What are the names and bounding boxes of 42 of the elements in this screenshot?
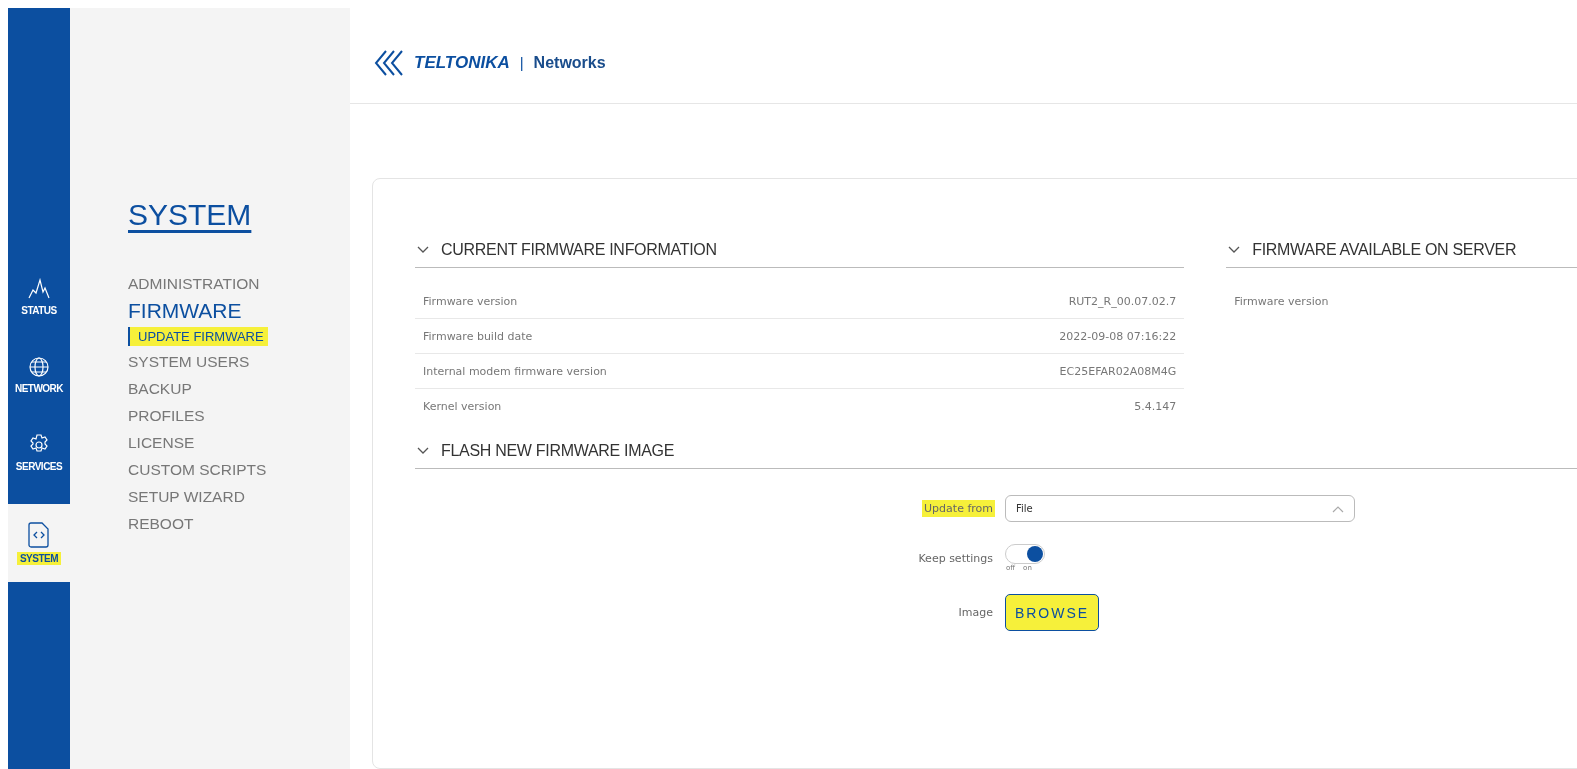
info-value: RUT2_R_00.07.02.7 [1068, 294, 1177, 308]
sidebar-item[interactable]: FIRMWARE [128, 297, 242, 325]
info-value: EC25EFAR02A08M4G [1059, 364, 1177, 378]
product-name: Networks [533, 53, 606, 72]
field-label: Update from [922, 500, 995, 517]
sidebar-item[interactable]: REBOOT [128, 510, 194, 537]
section-title: CURRENT FIRMWARE INFORMATION [441, 241, 717, 259]
info-value: 2022-09-08 07:16:22 [1059, 329, 1177, 343]
info-label: Kernel version [423, 400, 502, 413]
sidebar-item[interactable]: SETUP WIZARD [128, 483, 245, 510]
sidebar-item[interactable]: SYSTEM USERS [128, 348, 250, 375]
browse-button[interactable]: BROWSE [1005, 594, 1099, 631]
chevron-down-icon[interactable] [1228, 246, 1241, 254]
sidebar-title: SYSTEM [128, 198, 252, 232]
section-title: FIRMWARE AVAILABLE ON SERVER [1252, 241, 1517, 259]
sidebar-item[interactable]: PROFILES [128, 402, 205, 429]
sidebar-item[interactable]: BACKUP [128, 375, 192, 402]
info-label: Firmware version [423, 294, 518, 308]
section-title: FLASH NEW FIRMWARE IMAGE [441, 442, 675, 460]
sidebar-item[interactable]: ADMINISTRATION [128, 270, 260, 297]
nav-rail-item[interactable]: NETWORK [8, 336, 70, 414]
code-file-icon [28, 521, 50, 548]
info-label: Firmware version [1234, 295, 1329, 308]
field-label: Keep settings [917, 550, 994, 567]
field-label: Image [957, 605, 994, 621]
chevron-down-icon[interactable] [417, 246, 429, 254]
update-source-select[interactable]: File [1005, 495, 1355, 522]
sidebar-subitem[interactable]: UPDATE FIRMWARE [128, 327, 268, 346]
info-label: Firmware build date [423, 329, 533, 343]
info-label: Internal modem firmware version [423, 364, 607, 378]
nav-rail-item[interactable]: SERVICES [8, 414, 70, 492]
sidebar-item[interactable]: CUSTOM SCRIPTS [128, 456, 267, 483]
brand-name: TELTONIKA [414, 52, 510, 73]
chevron-up-icon [1332, 504, 1344, 513]
globe-icon [28, 355, 50, 378]
chevron-down-icon[interactable] [417, 447, 429, 455]
nav-rail-item[interactable]: STATUS [8, 258, 70, 336]
nav-rail-item[interactable]: SYSTEM [8, 504, 70, 582]
pulse-icon [28, 277, 50, 300]
brand-separator: | [519, 54, 524, 71]
info-value: 5.4.147 [1134, 400, 1177, 413]
sidebar-item[interactable]: LICENSE [128, 429, 195, 456]
